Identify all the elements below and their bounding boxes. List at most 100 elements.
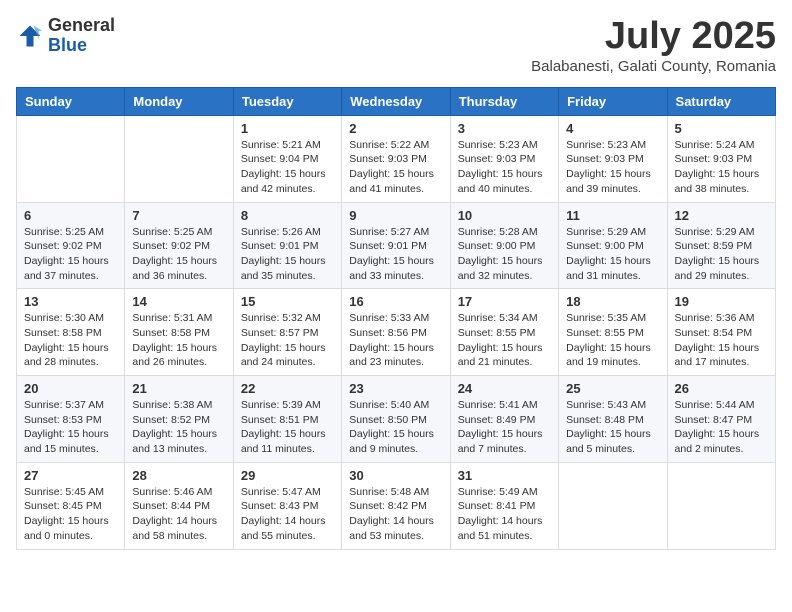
day-info: Sunrise: 5:27 AM Sunset: 9:01 PM Dayligh… [349,225,442,284]
day-number: 1 [241,121,334,136]
day-info: Sunrise: 5:34 AM Sunset: 8:55 PM Dayligh… [458,311,551,370]
day-number: 31 [458,468,551,483]
day-number: 30 [349,468,442,483]
col-friday: Friday [559,87,667,115]
calendar-cell: 16Sunrise: 5:33 AM Sunset: 8:56 PM Dayli… [342,289,450,376]
day-number: 7 [132,208,225,223]
day-info: Sunrise: 5:46 AM Sunset: 8:44 PM Dayligh… [132,485,225,544]
day-info: Sunrise: 5:30 AM Sunset: 8:58 PM Dayligh… [24,311,117,370]
day-number: 5 [675,121,768,136]
calendar-cell: 17 Sunrise: 5:34 AM Sunset: 8:55 PM Dayli… [450,289,558,376]
calendar-cell: 2 Sunrise: 5:22 AM Sunset: 9:03 PM Daylig… [342,115,450,202]
day-info: Sunrise: 5:44 AM Sunset: 8:47 PM Dayligh… [675,398,768,457]
day-number: 13 [24,294,117,309]
calendar-cell: 28 Sunrise: 5:46 AM Sunset: 8:44 PM Dayli… [125,462,233,549]
calendar-cell: 22 Sunrise: 5:39 AM Sunset: 8:51 PM Dayli… [233,376,341,463]
day-info: Sunrise: 5:32 AM Sunset: 8:57 PM Dayligh… [241,311,334,370]
page-header: General Blue July 2025 Balabanesti, Gala… [16,16,776,75]
calendar-cell: 20Sunrise: 5:37 AM Sunset: 8:53 PM Dayli… [17,376,125,463]
calendar-cell: 10Sunrise: 5:28 AM Sunset: 9:00 PM Dayli… [450,202,558,289]
day-info: Sunrise: 5:23 AM Sunset: 9:03 PM Dayligh… [458,138,551,197]
day-info: Sunrise: 5:48 AM Sunset: 8:42 PM Dayligh… [349,485,442,544]
day-info: Sunrise: 5:41 AM Sunset: 8:49 PM Dayligh… [458,398,551,457]
day-number: 9 [349,208,442,223]
calendar-table: Sunday Monday Tuesday Wednesday Thursday… [16,87,776,550]
calendar-cell: 13 Sunrise: 5:30 AM Sunset: 8:58 PM Dayli… [17,289,125,376]
day-info: Sunrise: 5:22 AM Sunset: 9:03 PM Dayligh… [349,138,442,197]
calendar-cell: 19 Sunrise: 5:36 AM Sunset: 8:54 PM Dayli… [667,289,775,376]
calendar-header-row: Sunday Monday Tuesday Wednesday Thursday… [17,87,776,115]
day-number: 6 [24,208,117,223]
logo-icon [16,22,44,50]
calendar-cell: 31 Sunrise: 5:49 AM Sunset: 8:41 PM Dayli… [450,462,558,549]
day-number: 11 [566,208,659,223]
day-number: 28 [132,468,225,483]
calendar-cell [667,462,775,549]
calendar-cell: 14Sunrise: 5:31 AM Sunset: 8:58 PM Dayli… [125,289,233,376]
day-number: 3 [458,121,551,136]
calendar-cell: 15 Sunrise: 5:32 AM Sunset: 8:57 PM Dayli… [233,289,341,376]
day-info: Sunrise: 5:24 AM Sunset: 9:03 PM Dayligh… [675,138,768,197]
day-number: 16 [349,294,442,309]
calendar-cell: 11Sunrise: 5:29 AM Sunset: 9:00 PM Dayli… [559,202,667,289]
day-number: 27 [24,468,117,483]
col-thursday: Thursday [450,87,558,115]
day-info: Sunrise: 5:40 AM Sunset: 8:50 PM Dayligh… [349,398,442,457]
calendar-cell: 21Sunrise: 5:38 AM Sunset: 8:52 PM Dayli… [125,376,233,463]
logo-blue: Blue [48,36,115,56]
calendar-week-row: 13 Sunrise: 5:30 AM Sunset: 8:58 PM Dayli… [17,289,776,376]
calendar-cell [559,462,667,549]
calendar-cell: 6 Sunrise: 5:25 AM Sunset: 9:02 PM Daylig… [17,202,125,289]
day-number: 12 [675,208,768,223]
calendar-week-row: 6 Sunrise: 5:25 AM Sunset: 9:02 PM Daylig… [17,202,776,289]
calendar-cell: 4Sunrise: 5:23 AM Sunset: 9:03 PM Daylig… [559,115,667,202]
day-info: Sunrise: 5:29 AM Sunset: 8:59 PM Dayligh… [675,225,768,284]
col-tuesday: Tuesday [233,87,341,115]
title-block: July 2025 Balabanesti, Galati County, Ro… [531,16,776,75]
day-number: 25 [566,381,659,396]
day-info: Sunrise: 5:49 AM Sunset: 8:41 PM Dayligh… [458,485,551,544]
month-title: July 2025 [531,16,776,58]
day-info: Sunrise: 5:23 AM Sunset: 9:03 PM Dayligh… [566,138,659,197]
day-number: 24 [458,381,551,396]
location-title: Balabanesti, Galati County, Romania [531,58,776,75]
logo-general: General [48,16,115,36]
logo: General Blue [16,16,115,56]
calendar-cell: 5 Sunrise: 5:24 AM Sunset: 9:03 PM Daylig… [667,115,775,202]
day-number: 26 [675,381,768,396]
col-saturday: Saturday [667,87,775,115]
day-info: Sunrise: 5:35 AM Sunset: 8:55 PM Dayligh… [566,311,659,370]
day-info: Sunrise: 5:25 AM Sunset: 9:02 PM Dayligh… [24,225,117,284]
day-info: Sunrise: 5:47 AM Sunset: 8:43 PM Dayligh… [241,485,334,544]
calendar-cell: 24 Sunrise: 5:41 AM Sunset: 8:49 PM Dayli… [450,376,558,463]
day-number: 29 [241,468,334,483]
day-number: 18 [566,294,659,309]
calendar-cell: 7 Sunrise: 5:25 AM Sunset: 9:02 PM Daylig… [125,202,233,289]
day-number: 15 [241,294,334,309]
col-monday: Monday [125,87,233,115]
calendar-week-row: 27 Sunrise: 5:45 AM Sunset: 8:45 PM Dayli… [17,462,776,549]
day-number: 22 [241,381,334,396]
calendar-cell: 26 Sunrise: 5:44 AM Sunset: 8:47 PM Dayli… [667,376,775,463]
day-info: Sunrise: 5:36 AM Sunset: 8:54 PM Dayligh… [675,311,768,370]
day-info: Sunrise: 5:21 AM Sunset: 9:04 PM Dayligh… [241,138,334,197]
day-number: 19 [675,294,768,309]
day-info: Sunrise: 5:43 AM Sunset: 8:48 PM Dayligh… [566,398,659,457]
col-wednesday: Wednesday [342,87,450,115]
day-info: Sunrise: 5:25 AM Sunset: 9:02 PM Dayligh… [132,225,225,284]
calendar-cell: 1 Sunrise: 5:21 AM Sunset: 9:04 PM Daylig… [233,115,341,202]
calendar-cell: 8Sunrise: 5:26 AM Sunset: 9:01 PM Daylig… [233,202,341,289]
logo-text: General Blue [48,16,115,56]
calendar-cell: 30 Sunrise: 5:48 AM Sunset: 8:42 PM Dayli… [342,462,450,549]
day-number: 2 [349,121,442,136]
day-number: 17 [458,294,551,309]
day-info: Sunrise: 5:37 AM Sunset: 8:53 PM Dayligh… [24,398,117,457]
calendar-cell: 9 Sunrise: 5:27 AM Sunset: 9:01 PM Daylig… [342,202,450,289]
day-info: Sunrise: 5:45 AM Sunset: 8:45 PM Dayligh… [24,485,117,544]
day-info: Sunrise: 5:39 AM Sunset: 8:51 PM Dayligh… [241,398,334,457]
day-info: Sunrise: 5:28 AM Sunset: 9:00 PM Dayligh… [458,225,551,284]
day-number: 8 [241,208,334,223]
calendar-cell: 29 Sunrise: 5:47 AM Sunset: 8:43 PM Dayli… [233,462,341,549]
calendar-cell: 12 Sunrise: 5:29 AM Sunset: 8:59 PM Dayli… [667,202,775,289]
calendar-week-row: 20Sunrise: 5:37 AM Sunset: 8:53 PM Dayli… [17,376,776,463]
